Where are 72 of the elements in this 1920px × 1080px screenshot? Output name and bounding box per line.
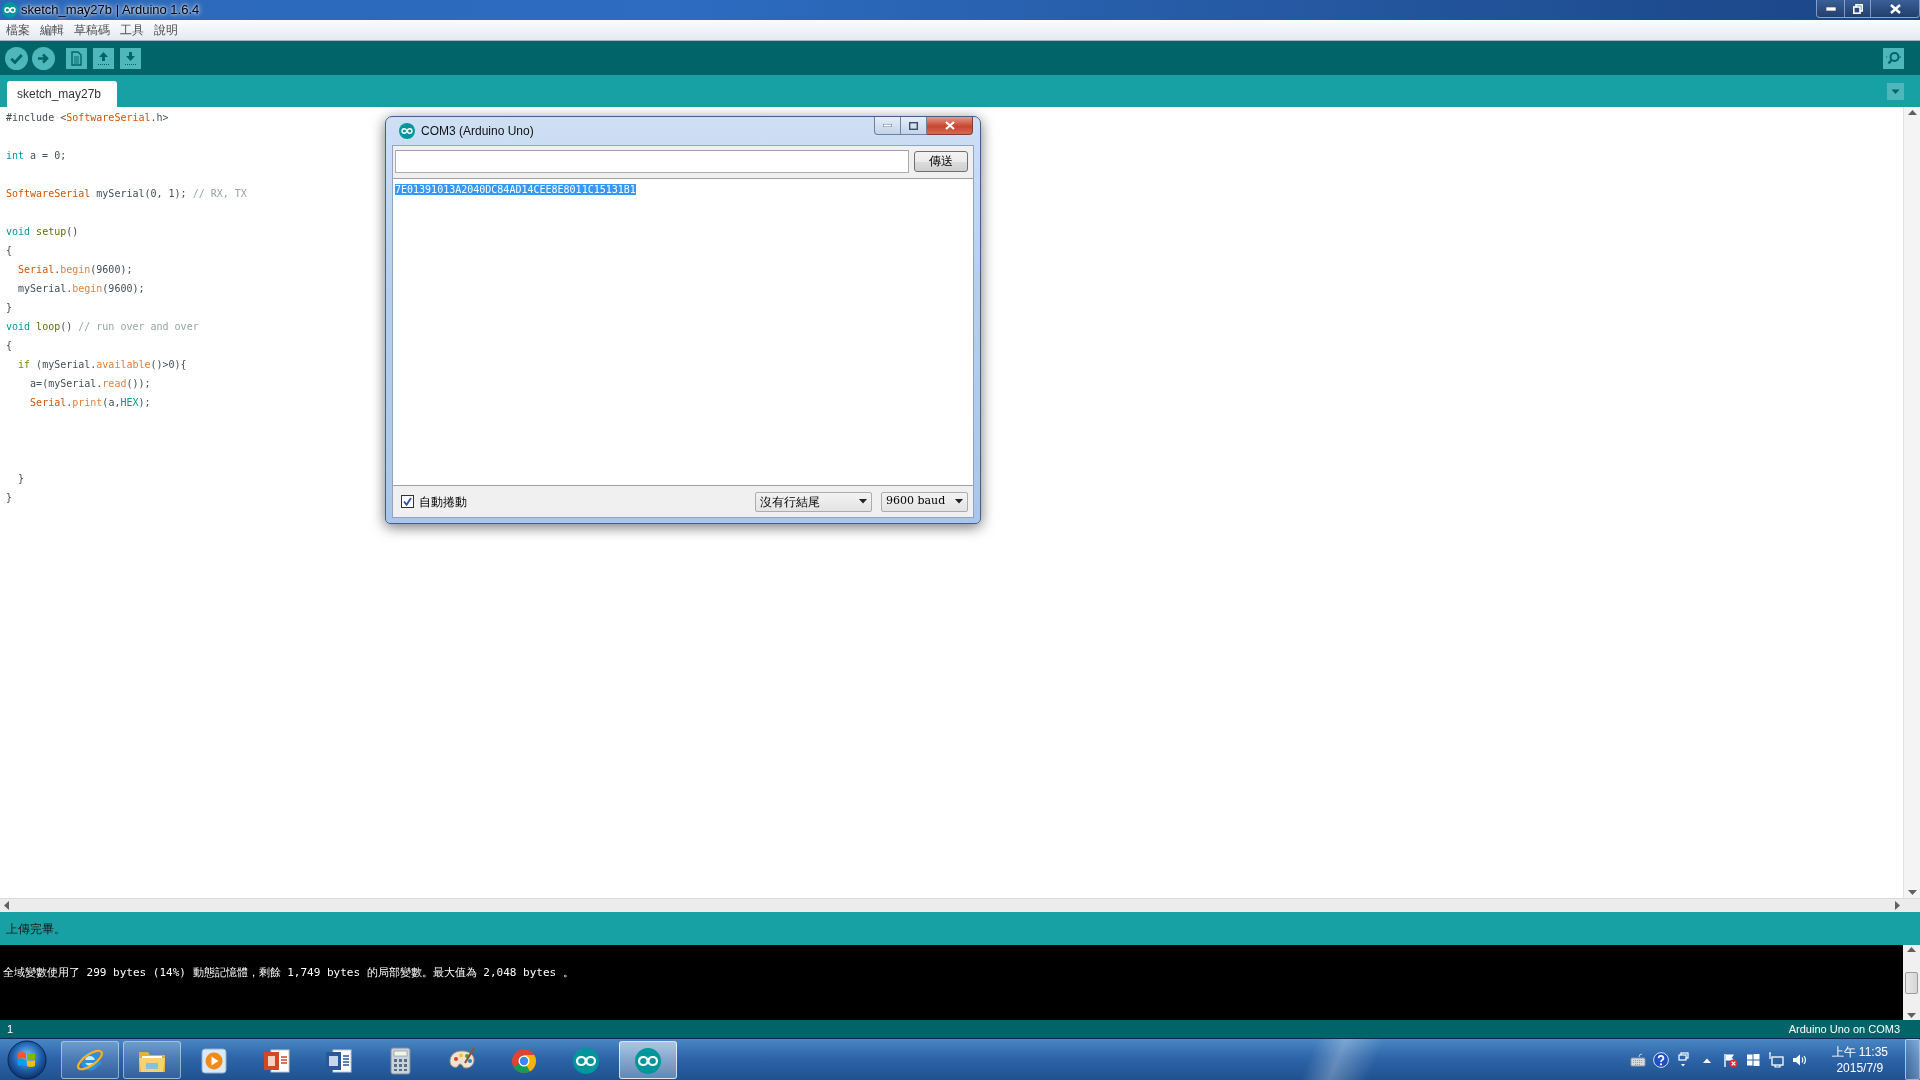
help-icon[interactable]	[1652, 1051, 1669, 1068]
start-orb-icon[interactable]	[7, 1039, 47, 1080]
code-line: }	[6, 302, 13, 313]
keyboard-icon[interactable]	[1629, 1051, 1646, 1068]
line-number: 1	[7, 1021, 14, 1037]
code-line: {	[6, 340, 13, 351]
caret-down-icon	[955, 499, 963, 504]
caret-down-icon	[859, 499, 867, 504]
taskbar-clock[interactable]: 上午 11:35 2015/7/9	[1827, 1043, 1892, 1076]
window-switch-icon[interactable]	[1675, 1051, 1692, 1068]
caret-down-icon[interactable]	[1887, 82, 1904, 100]
code-line: }	[18, 473, 25, 484]
infinity-icon	[399, 123, 415, 139]
minimize-icon	[883, 124, 892, 127]
code-line: SoftwareSerial mySerial(0, 1); // RX, TX	[6, 188, 247, 199]
code-line: void loop() // run over and over	[6, 321, 199, 332]
code-line: if (mySerial.available()>0){	[18, 359, 187, 370]
close-button[interactable]	[927, 117, 973, 135]
baud-rate-dropdown[interactable]: 9600 baud	[881, 491, 968, 512]
infinity-icon	[2, 2, 18, 18]
menu-item[interactable]: 工具	[115, 20, 149, 40]
maximize-icon	[909, 121, 918, 130]
arrow-down-icon[interactable]	[1907, 890, 1917, 895]
menu-item[interactable]: 編輯	[35, 20, 69, 40]
arrow-up-icon[interactable]	[1907, 110, 1917, 115]
line-ending-dropdown[interactable]: 沒有行結尾	[755, 491, 872, 512]
menu-item[interactable]: 草稿碼	[69, 20, 115, 40]
arrow-right-icon[interactable]	[1895, 901, 1900, 910]
board-port-label: Arduino Uno on COM3	[1788, 1021, 1900, 1037]
maximize-button[interactable]	[901, 117, 927, 135]
code-line: mySerial.begin(9600);	[18, 283, 145, 294]
arrow-up-icon[interactable]	[1907, 947, 1916, 952]
editor-tab[interactable]: sketch_may27b	[7, 81, 117, 107]
document-icon[interactable]	[66, 47, 87, 69]
message-input[interactable]	[395, 149, 909, 173]
restore-button[interactable]	[1845, 0, 1871, 18]
arrow-up-icon[interactable]	[93, 47, 114, 69]
arrow-left-icon[interactable]	[4, 901, 9, 910]
restore-icon	[1852, 3, 1863, 14]
show-desktop-button[interactable]	[1905, 1039, 1920, 1080]
network-icon[interactable]	[1767, 1051, 1784, 1068]
window-title: sketch_may27b | Arduino 1.6.4	[21, 1, 200, 20]
taskbar-button[interactable]	[123, 1040, 181, 1079]
menu-item[interactable]: 說明	[149, 20, 183, 40]
code-line: int a = 0;	[6, 150, 67, 161]
code-line: {	[6, 245, 13, 256]
taskbar-button[interactable]	[61, 1040, 119, 1079]
scroll-thumb[interactable]	[1905, 971, 1918, 994]
send-button[interactable]: 傳送	[914, 150, 968, 172]
code-line: #include <SoftwareSerial.h>	[6, 112, 169, 123]
menu-item[interactable]: 檔案	[1, 20, 35, 40]
code-line: void setup()	[6, 226, 79, 237]
flag-icon[interactable]	[1721, 1051, 1738, 1068]
arrow-down-icon[interactable]	[1907, 1013, 1916, 1018]
check-icon[interactable]	[5, 46, 28, 70]
four-squares-icon[interactable]	[1744, 1051, 1761, 1068]
minimize-icon	[1825, 6, 1836, 11]
arrow-down-icon[interactable]	[120, 47, 141, 69]
close-icon	[1889, 3, 1901, 14]
magnifier-icon[interactable]	[1883, 47, 1904, 69]
close-icon	[944, 121, 955, 130]
window-title: COM3 (Arduino Uno)	[421, 123, 534, 140]
code-line: Serial.begin(9600);	[18, 264, 133, 275]
code-line: }	[6, 492, 13, 503]
autoscroll-label: 自動捲動	[419, 493, 467, 511]
code-line: Serial.print(a,HEX);	[30, 397, 151, 408]
autoscroll-checkbox[interactable]	[401, 495, 414, 508]
arrow-right-icon[interactable]	[32, 46, 55, 70]
code-line: a=(mySerial.read());	[30, 378, 151, 389]
taskbar-button[interactable]	[619, 1040, 677, 1079]
status-message: 上傳完畢。	[6, 920, 66, 938]
console-line: 全域變數使用了 299 bytes (14%) 動態記憶體，剩餘 1,749 bytes 的局部變數。最大值為 2,048 bytes 。	[2, 965, 575, 980]
